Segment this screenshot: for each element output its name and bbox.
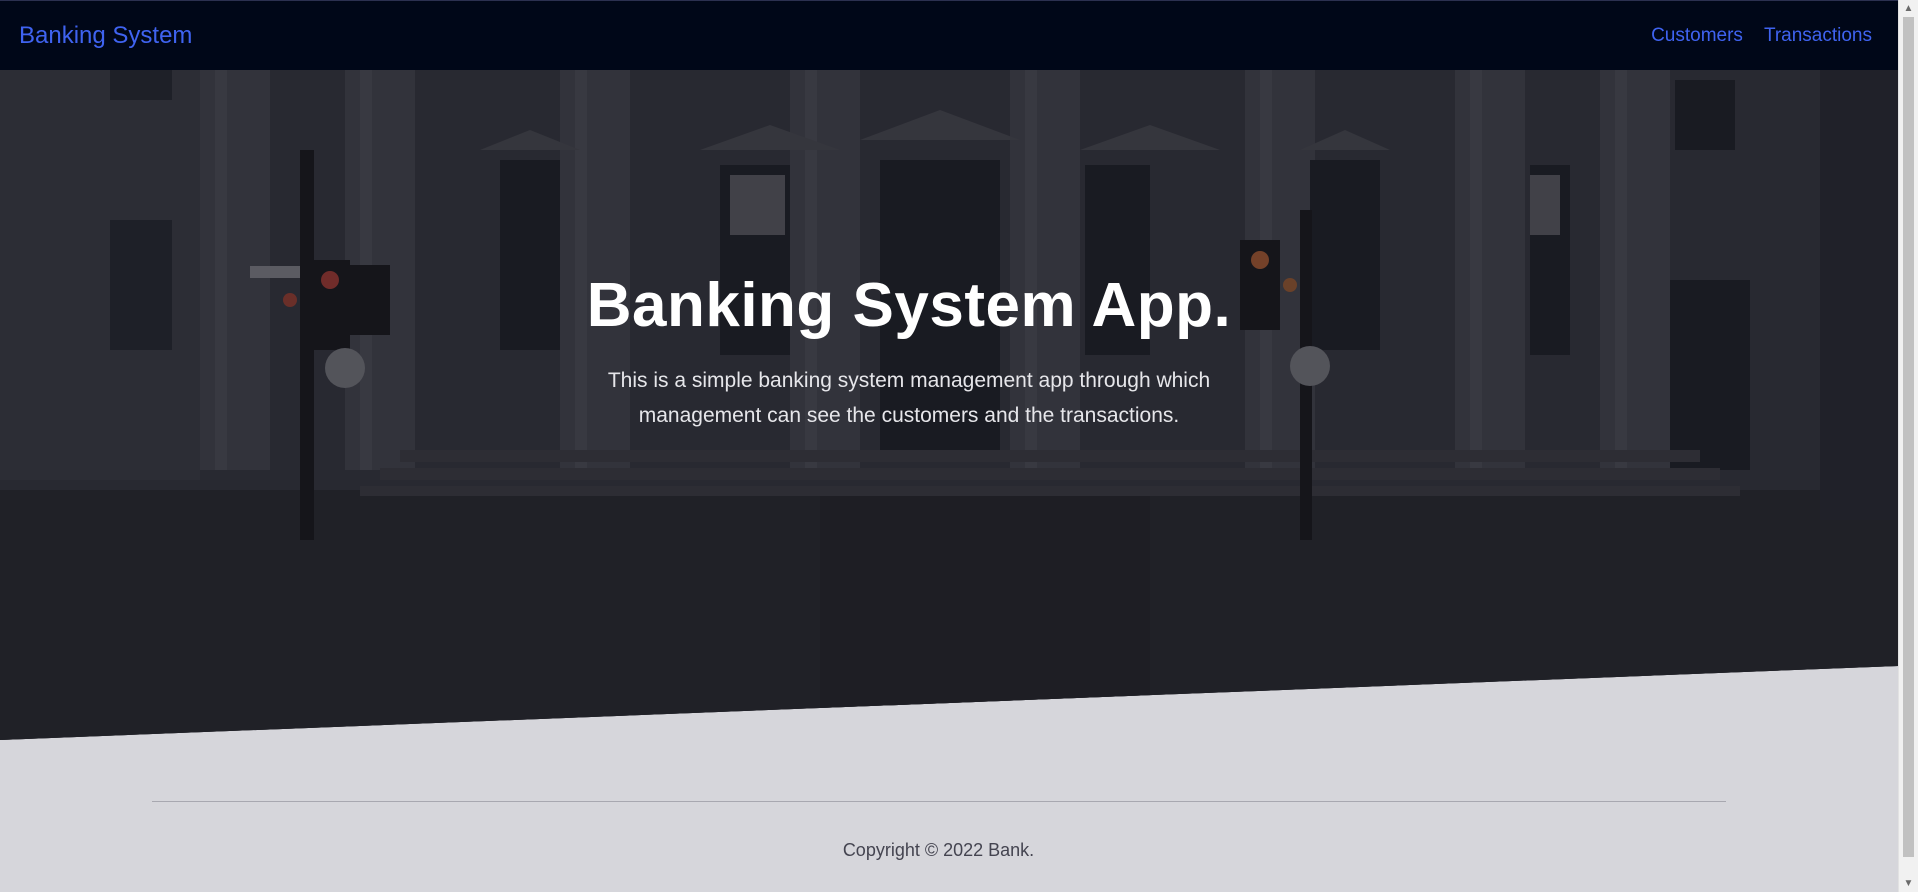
vertical-scrollbar[interactable]: ▲ ▼ <box>1898 0 1918 892</box>
nav-link-transactions[interactable]: Transactions <box>1764 25 1872 47</box>
page: Banking System Customers Transactions Ba… <box>0 0 1918 892</box>
page-content: Banking System Customers Transactions Ba… <box>0 0 1898 892</box>
navbar: Banking System Customers Transactions <box>0 0 1898 70</box>
footer-copyright: Copyright © 2022 Bank. <box>842 840 1035 860</box>
scroll-up-arrow-icon[interactable]: ▲ <box>1899 0 1918 17</box>
footer-divider <box>152 801 1726 802</box>
scroll-down-arrow-icon[interactable]: ▼ <box>1899 875 1918 892</box>
hero-text-block: Banking System App. This is a simple ban… <box>0 270 1818 433</box>
hero-title: Banking System App. <box>586 271 1232 340</box>
nav-link-customers[interactable]: Customers <box>1651 25 1743 47</box>
nav-links: Customers Transactions <box>1651 25 1872 47</box>
hero-description: This is a simple banking system manageme… <box>607 369 1211 427</box>
hero-section: Banking System App. This is a simple ban… <box>0 70 1898 740</box>
brand-link[interactable]: Banking System <box>19 22 192 50</box>
scrollbar-thumb[interactable] <box>1903 17 1914 857</box>
